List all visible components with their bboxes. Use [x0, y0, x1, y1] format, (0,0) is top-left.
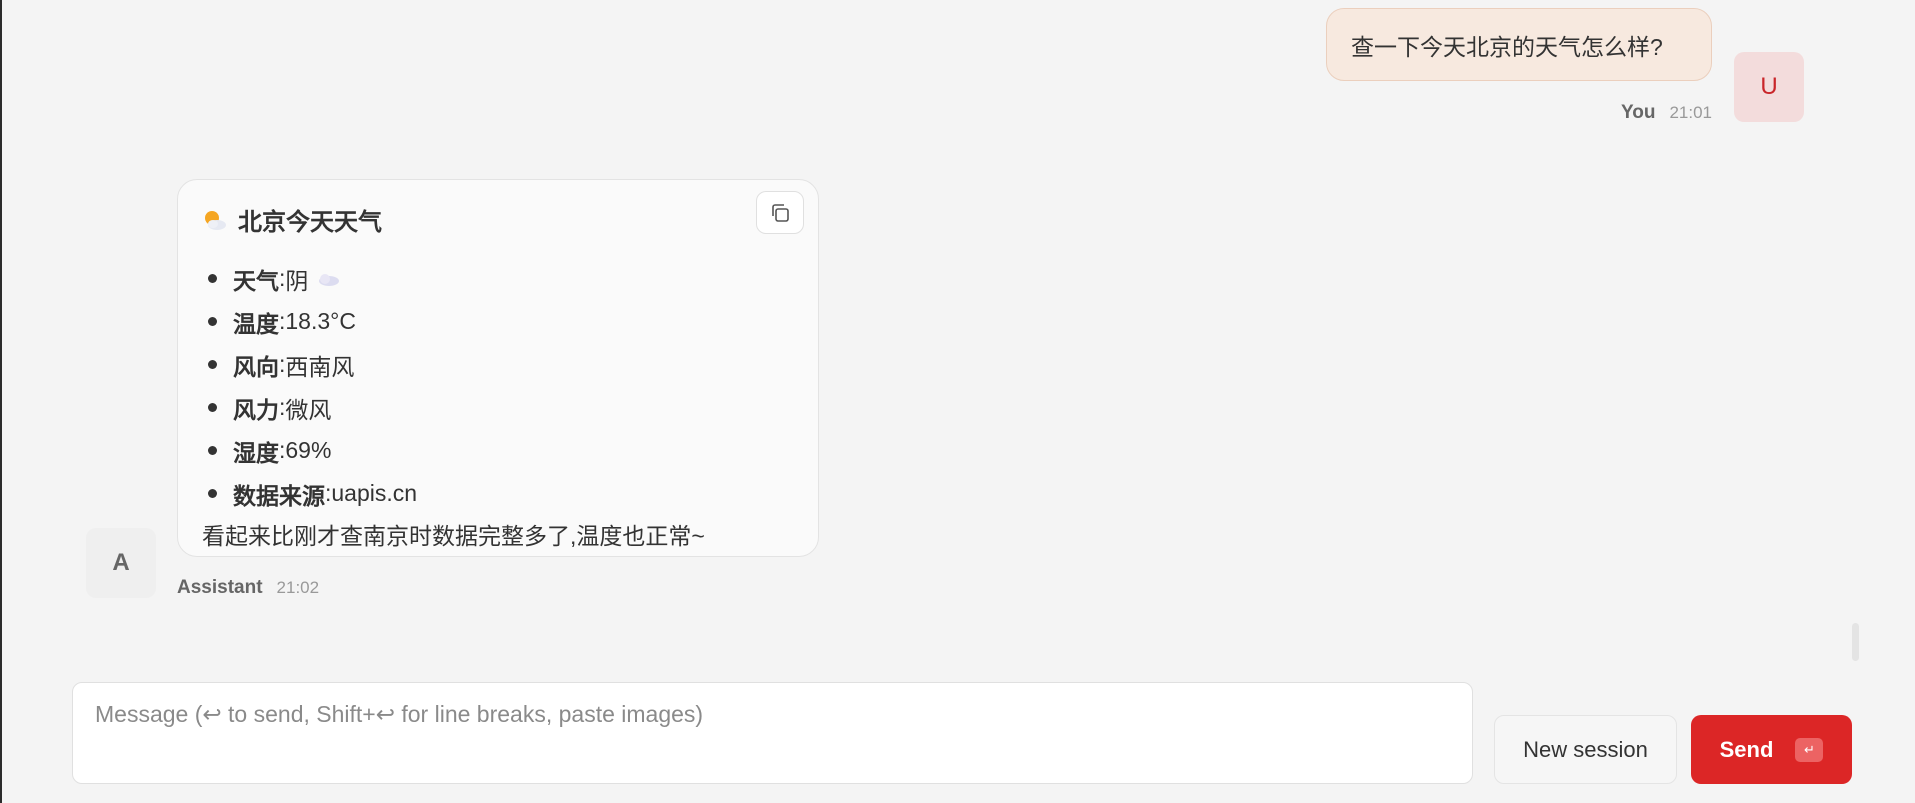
item-value: 微风	[285, 396, 332, 423]
user-message-time: 21:01	[1669, 103, 1712, 122]
copy-button[interactable]	[756, 191, 804, 234]
bullet-dot	[208, 274, 217, 283]
user-avatar: U	[1734, 52, 1804, 122]
item-label: 湿度	[233, 439, 279, 466]
item-value: 18.3°C	[285, 308, 356, 334]
send-button[interactable]: Send ↵	[1691, 715, 1852, 784]
assistant-avatar-letter: A	[112, 549, 130, 576]
bullet-dot	[208, 403, 217, 412]
list-item: 湿度:69%	[202, 429, 794, 472]
assistant-avatar: A	[86, 528, 156, 598]
send-label: Send	[1719, 736, 1774, 762]
assistant-message-card: 北京今天天气 天气: 阴 温度:18.3°C 风向: 西南风 风力: 微风 湿度…	[177, 179, 819, 557]
scrollbar-thumb[interactable]	[1852, 623, 1859, 661]
user-sender-name: You	[1620, 102, 1656, 123]
item-value: 阴	[285, 267, 309, 294]
user-message-text: 查一下今天北京的天气怎么样?	[1351, 33, 1663, 60]
item-value: 69%	[285, 437, 332, 463]
enter-key-icon: ↵	[1795, 737, 1824, 762]
message-input[interactable]	[72, 682, 1473, 784]
item-label: 温度	[233, 310, 279, 337]
item-label: 风力	[233, 396, 279, 423]
user-message-meta: You 21:01	[1621, 102, 1712, 124]
bullet-dot	[208, 489, 217, 498]
weather-card-title: 北京今天天气	[202, 202, 794, 237]
assistant-followup-text: 看起来比刚才查南京时数据完整多了,温度也正常~	[202, 523, 705, 549]
assistant-message-time: 21:02	[276, 578, 320, 597]
copy-icon	[772, 203, 789, 222]
assistant-message-meta: Assistant 21:02	[177, 577, 319, 599]
sun-behind-cloud-icon	[205, 210, 226, 230]
list-item: 天气: 阴	[202, 257, 794, 300]
assistant-sender-name: Assistant	[177, 577, 263, 598]
item-label: 天气	[233, 267, 279, 294]
list-item: 数据来源: uapis.cn	[202, 472, 794, 515]
bullet-dot	[208, 446, 217, 455]
item-label: 数据来源	[233, 482, 325, 509]
new-session-label: New session	[1523, 736, 1648, 762]
list-item: 风力: 微风	[202, 386, 794, 429]
weather-card-title-text: 北京今天天气	[238, 209, 382, 236]
user-avatar-letter: U	[1760, 73, 1778, 100]
list-item: 温度:18.3°C	[202, 300, 794, 343]
item-value: uapis.cn	[331, 480, 418, 506]
list-item: 风向: 西南风	[202, 343, 794, 386]
bullet-dot	[208, 360, 217, 369]
cloud-icon	[319, 273, 340, 286]
weather-list: 天气: 阴 温度:18.3°C 风向: 西南风 风力: 微风 湿度:69% 数据来源:…	[202, 257, 794, 515]
item-label: 风向	[233, 353, 279, 380]
bullet-dot	[208, 317, 217, 326]
item-value: 西南风	[285, 353, 355, 380]
new-session-button[interactable]: New session	[1494, 715, 1677, 784]
window-left-border	[0, 0, 2, 803]
user-message-bubble: 查一下今天北京的天气怎么样?	[1326, 8, 1712, 81]
